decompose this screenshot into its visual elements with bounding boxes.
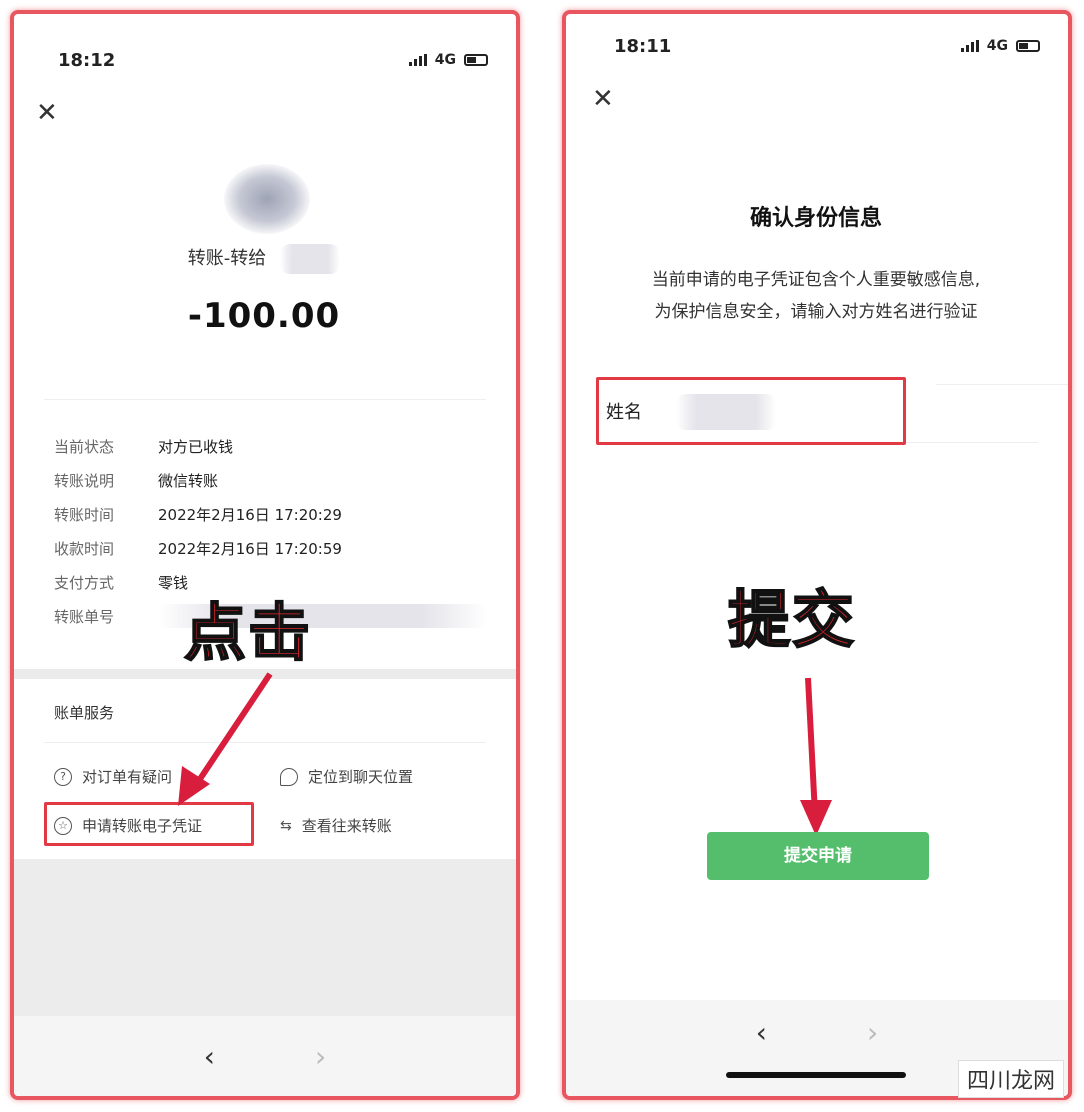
arrow-shaft <box>187 672 273 796</box>
back-icon[interactable]: ‹ <box>756 1016 767 1049</box>
watermark: 四川龙网 <box>957 1060 1064 1098</box>
left-phone-screen: 18:12 4G ✕ 转账-转给 -100.00 当前状态 对方已收钱 转账说明微… <box>10 10 520 1100</box>
submit-application-button[interactable]: 提交申请 <box>707 832 929 880</box>
arrow-shaft <box>805 677 818 815</box>
arrow-annotation <box>800 677 832 836</box>
forward-icon[interactable]: › <box>867 1016 878 1049</box>
home-indicator[interactable] <box>726 1072 906 1078</box>
arrow-head <box>800 800 832 836</box>
right-phone-screen: 18:11 4G ✕ 确认身份信息 当前申请的电子凭证包含个人重要敏感信息, 为… <box>562 10 1072 1100</box>
arrow-annotation <box>178 672 273 806</box>
